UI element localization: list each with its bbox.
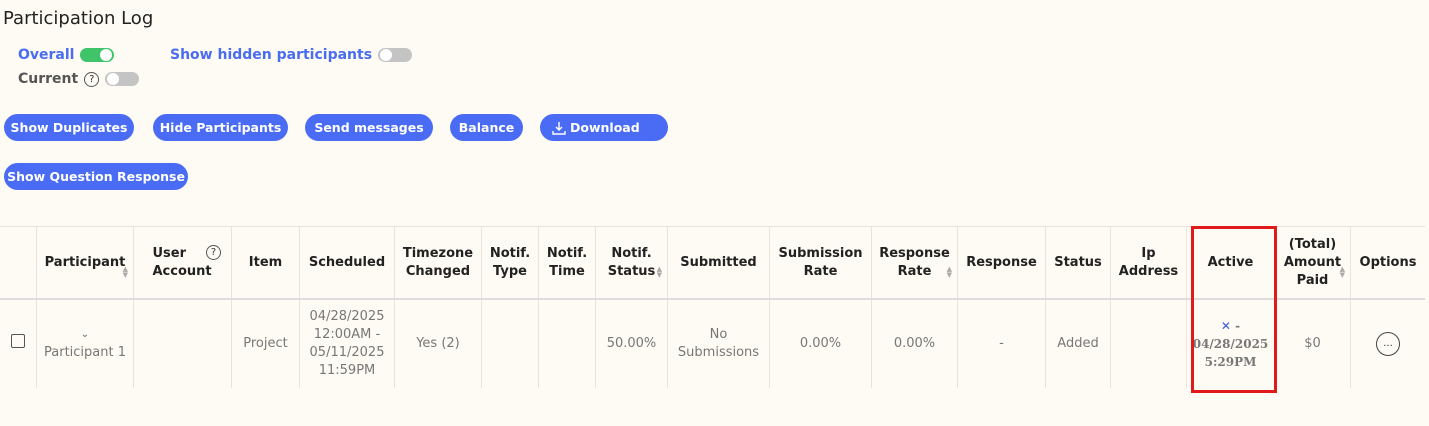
row-checkbox[interactable] — [11, 334, 25, 348]
download-label: Download — [570, 120, 640, 135]
more-options-icon[interactable]: ... — [1376, 332, 1400, 356]
page-title: Participation Log — [3, 8, 154, 29]
show-question-response-button[interactable]: Show Question Response — [4, 163, 188, 190]
question-mark-icon[interactable]: ? — [84, 71, 100, 87]
sort-icon[interactable]: ▲ ▼ — [657, 266, 662, 279]
active-cell: ✕ - 04/28/2025 5:29PM — [1186, 299, 1275, 388]
col-status: Status — [1045, 226, 1111, 300]
col-scheduled: Scheduled — [299, 226, 395, 300]
table-header-row: Participant ▲ ▼ User Account? Item Schedul… — [0, 226, 1425, 300]
col-submitted: Submitted — [667, 226, 770, 300]
sort-icon[interactable]: ▲ ▼ — [123, 266, 128, 279]
amount-paid-cell: $0 — [1274, 299, 1351, 388]
overall-switch[interactable] — [80, 48, 115, 62]
show-duplicates-button[interactable]: Show Duplicates — [4, 114, 134, 141]
col-notif-time: Notif. Time — [538, 226, 596, 300]
current-switch[interactable] — [105, 72, 140, 86]
sort-icon[interactable]: ▲ ▼ — [1340, 266, 1345, 279]
send-messages-button[interactable]: Send messages — [305, 114, 433, 141]
notif-time-cell — [538, 299, 596, 388]
col-total-amount-paid[interactable]: (Total) Amount Paid ▲ ▼ — [1274, 226, 1351, 300]
table-row: ⌄ Participant 1 Project 04/28/2025 12:00… — [0, 299, 1425, 388]
overall-toggle-row: Overall — [18, 47, 115, 63]
col-item: Item — [231, 226, 300, 300]
col-submission-rate: Submission Rate — [769, 226, 872, 300]
timezone-changed-cell: Yes (2) — [394, 299, 482, 388]
question-mark-icon[interactable]: ? — [206, 245, 221, 260]
participant-cell: ⌄ Participant 1 — [36, 299, 134, 388]
response-cell: - — [957, 299, 1046, 388]
download-button[interactable]: Download — [540, 114, 668, 141]
balance-button[interactable]: Balance — [450, 114, 523, 141]
col-notif-type: Notif. Type — [481, 226, 539, 300]
notif-status-cell: 50.00% — [595, 299, 668, 388]
sort-icon[interactable]: ▲ ▼ — [947, 266, 952, 279]
download-icon — [552, 121, 566, 135]
col-ip-address: Ip Address — [1110, 226, 1187, 300]
submission-rate-cell: 0.00% — [769, 299, 872, 388]
show-hidden-label: Show hidden participants — [170, 47, 373, 63]
user-account-cell — [133, 299, 232, 388]
current-toggle-row: Current ? — [18, 71, 140, 87]
close-icon[interactable]: ✕ — [1221, 319, 1231, 333]
col-participant[interactable]: Participant ▲ ▼ — [36, 226, 134, 300]
participation-table: Participant ▲ ▼ User Account? Item Schedul… — [0, 226, 1425, 388]
current-label: Current — [18, 71, 79, 87]
col-notif-status[interactable]: Notif. Status ▲ ▼ — [595, 226, 668, 300]
show-hidden-switch[interactable] — [378, 48, 413, 62]
overall-label: Overall — [18, 47, 75, 63]
status-cell: Added — [1045, 299, 1111, 388]
item-cell: Project — [231, 299, 300, 388]
notif-type-cell — [481, 299, 539, 388]
hidden-toggle-row: Show hidden participants — [170, 47, 413, 63]
ip-address-cell — [1110, 299, 1187, 388]
row-select-cell — [0, 299, 37, 388]
col-user-account: User Account? — [133, 226, 232, 300]
options-cell: ... — [1351, 299, 1426, 388]
select-column-header — [0, 226, 37, 300]
col-response: Response — [957, 226, 1046, 300]
col-timezone-changed: Timezone Changed — [394, 226, 482, 300]
col-options: Options — [1350, 226, 1425, 300]
col-response-rate[interactable]: Response Rate ▲ ▼ — [871, 226, 958, 300]
submitted-cell: No Submissions — [667, 299, 770, 388]
response-rate-cell: 0.00% — [871, 299, 958, 388]
chevron-down-icon[interactable]: ⌄ — [41, 326, 129, 344]
col-active: Active — [1186, 226, 1275, 300]
scheduled-cell: 04/28/2025 12:00AM -05/11/2025 11:59PM — [299, 299, 395, 388]
hide-participants-button[interactable]: Hide Participants — [153, 114, 288, 141]
